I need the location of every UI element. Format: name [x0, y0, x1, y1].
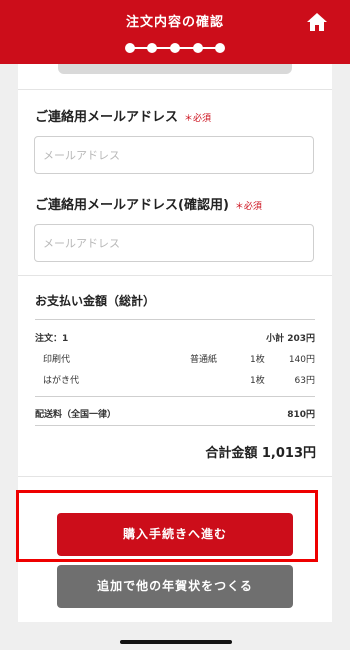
email-field[interactable] — [34, 136, 314, 174]
divider — [18, 275, 332, 276]
line-item: 印刷代 普通紙 1枚 140円 — [35, 352, 315, 365]
bottom-bar — [18, 622, 332, 650]
progress-step-2 — [147, 43, 157, 53]
divider — [35, 396, 315, 397]
divider — [18, 89, 332, 90]
divider — [35, 425, 315, 426]
required-mark: ＊必須 — [234, 202, 262, 212]
divider — [18, 476, 332, 477]
header-bar: 注文内容の確認 — [0, 0, 350, 64]
home-icon[interactable] — [306, 11, 328, 33]
item-name: はがき代 — [43, 376, 80, 386]
item-price: 140円 — [288, 355, 315, 365]
email-confirm-field[interactable] — [34, 224, 314, 262]
previous-section-edge — [58, 64, 292, 74]
item-qty: 1枚 — [250, 355, 265, 365]
divider — [35, 319, 315, 320]
right-margin — [332, 0, 350, 650]
progress-step-5 — [215, 43, 225, 53]
progress-steps — [125, 43, 225, 53]
order-row: 注文：1 小計 203円 — [35, 331, 315, 344]
payment-title: お支払い金額（総計） — [35, 294, 156, 308]
add-another-card-button[interactable]: 追加で他の年賀状をつくる — [57, 565, 293, 608]
progress-step-3 — [170, 43, 180, 53]
item-type: 普通紙 — [190, 355, 218, 365]
highlight-box — [16, 490, 318, 562]
item-name: 印刷代 — [43, 355, 71, 365]
subtotal: 小計 203円 — [266, 334, 315, 344]
page-title: 注文内容の確認 — [125, 15, 224, 30]
order-label: 注文：1 — [35, 334, 69, 344]
email-confirm-label: ご連絡用メールアドレス(確認用) ＊必須 — [35, 198, 262, 213]
home-indicator — [120, 640, 232, 644]
progress-step-4 — [193, 43, 203, 53]
shipping-row: 配送料（全国一律） 810円 — [35, 407, 315, 420]
email-label: ご連絡用メールアドレス ＊必須 — [35, 110, 212, 125]
progress-step-1 — [125, 43, 135, 53]
total-amount: 合計金額 1,013円 — [205, 446, 316, 461]
line-item: はがき代 1枚 63円 — [35, 373, 315, 386]
shipping-price: 810円 — [287, 410, 315, 420]
required-mark: ＊必須 — [184, 114, 212, 124]
shipping-label: 配送料（全国一律） — [35, 410, 117, 420]
item-price: 63円 — [294, 376, 315, 386]
item-qty: 1枚 — [250, 376, 265, 386]
